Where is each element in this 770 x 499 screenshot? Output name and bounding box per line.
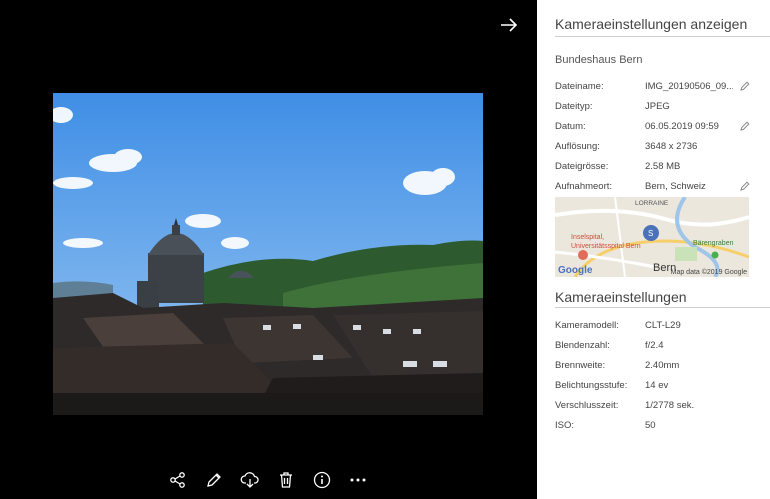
detail-value: IMG_20190506_09... — [645, 81, 733, 92]
photo-viewer — [0, 0, 537, 499]
camera-value: 2.40mm — [645, 360, 680, 371]
panel-title: Kameraeinstellungen anzeigen — [555, 16, 748, 32]
detail-label: Dateiname: — [555, 81, 604, 92]
camera-value: f/2.4 — [645, 340, 664, 351]
camera-row-shutter: Verschlusszeit: 1/2778 sek. — [555, 400, 765, 414]
camera-label: Brennweite: — [555, 360, 606, 371]
camera-row-exposure: Belichtungsstufe: 14 ev — [555, 380, 765, 394]
detail-row-location: Aufnahmeort: Bern, Schweiz — [555, 181, 765, 195]
detail-value: 2.58 MB — [645, 161, 681, 172]
detail-row-date: Datum: 06.05.2019 09:59 — [555, 121, 765, 135]
detail-label: Dateityp: — [555, 101, 593, 112]
cloud-download-icon[interactable] — [232, 466, 268, 494]
camera-row-focal-length: Brennweite: 2.40mm — [555, 360, 765, 374]
detail-label: Aufnahmeort: — [555, 181, 613, 192]
camera-value: 14 ev — [645, 380, 669, 391]
google-logo: Google — [558, 265, 593, 276]
details-panel: Kameraeinstellungen anzeigen Bundeshaus … — [537, 0, 770, 499]
camera-label: Belichtungsstufe: — [555, 380, 628, 391]
map-credit: Map data ©2019 Google — [670, 269, 747, 276]
detail-value: JPEG — [645, 101, 670, 112]
more-icon[interactable] — [340, 466, 376, 494]
camera-label: Kameramodell: — [555, 320, 619, 331]
detail-label: Datum: — [555, 121, 586, 132]
map-label: Inselspital, — [571, 234, 604, 241]
detail-value: 3648 x 2736 — [645, 141, 698, 152]
camera-value: 50 — [645, 420, 656, 431]
detail-row-filetype: Dateityp: JPEG — [555, 101, 765, 115]
photo-toolbar — [160, 466, 376, 494]
detail-value: Bern, Schweiz — [645, 181, 706, 192]
map-label: Bärengraben — [693, 240, 734, 247]
map-label: LORRAINE — [635, 200, 669, 207]
camera-row-aperture: Blendenzahl: f/2.4 — [555, 340, 765, 354]
pencil-icon[interactable] — [196, 466, 232, 494]
detail-label: Auflösung: — [555, 141, 600, 152]
edit-date-pencil-icon[interactable] — [739, 120, 751, 132]
camera-label: Verschlusszeit: — [555, 400, 619, 411]
detail-row-filename: Dateiname: IMG_20190506_09... — [555, 81, 765, 95]
svg-text:S: S — [648, 229, 653, 238]
edit-filename-pencil-icon[interactable] — [739, 80, 751, 92]
detail-value: 06.05.2019 09:59 — [645, 121, 719, 132]
camera-label: Blendenzahl: — [555, 340, 610, 351]
camera-row-iso: ISO: 50 — [555, 420, 765, 434]
camera-value: CLT-L29 — [645, 320, 681, 331]
camera-row-model: Kameramodell: CLT-L29 — [555, 320, 765, 334]
detail-label: Dateigrösse: — [555, 161, 609, 172]
info-icon[interactable] — [304, 466, 340, 494]
divider — [555, 307, 770, 308]
detail-row-resolution: Auflösung: 3648 x 2736 — [555, 141, 765, 155]
photo — [53, 93, 483, 415]
arrow-right-icon[interactable] — [497, 14, 521, 36]
camera-value: 1/2778 sek. — [645, 400, 695, 411]
detail-row-filesize: Dateigrösse: 2.58 MB — [555, 161, 765, 175]
photo-title: Bundeshaus Bern — [555, 54, 643, 66]
edit-location-pencil-icon[interactable] — [739, 180, 751, 192]
map-label: Universitätsspital Bern — [571, 243, 641, 250]
camera-section-title: Kameraeinstellungen — [555, 289, 687, 305]
camera-label: ISO: — [555, 420, 575, 431]
divider — [555, 36, 770, 37]
location-map[interactable]: S LORRAINE Inselspital, Universitätsspit… — [555, 197, 749, 277]
share-icon[interactable] — [160, 466, 196, 494]
trash-icon[interactable] — [268, 466, 304, 494]
